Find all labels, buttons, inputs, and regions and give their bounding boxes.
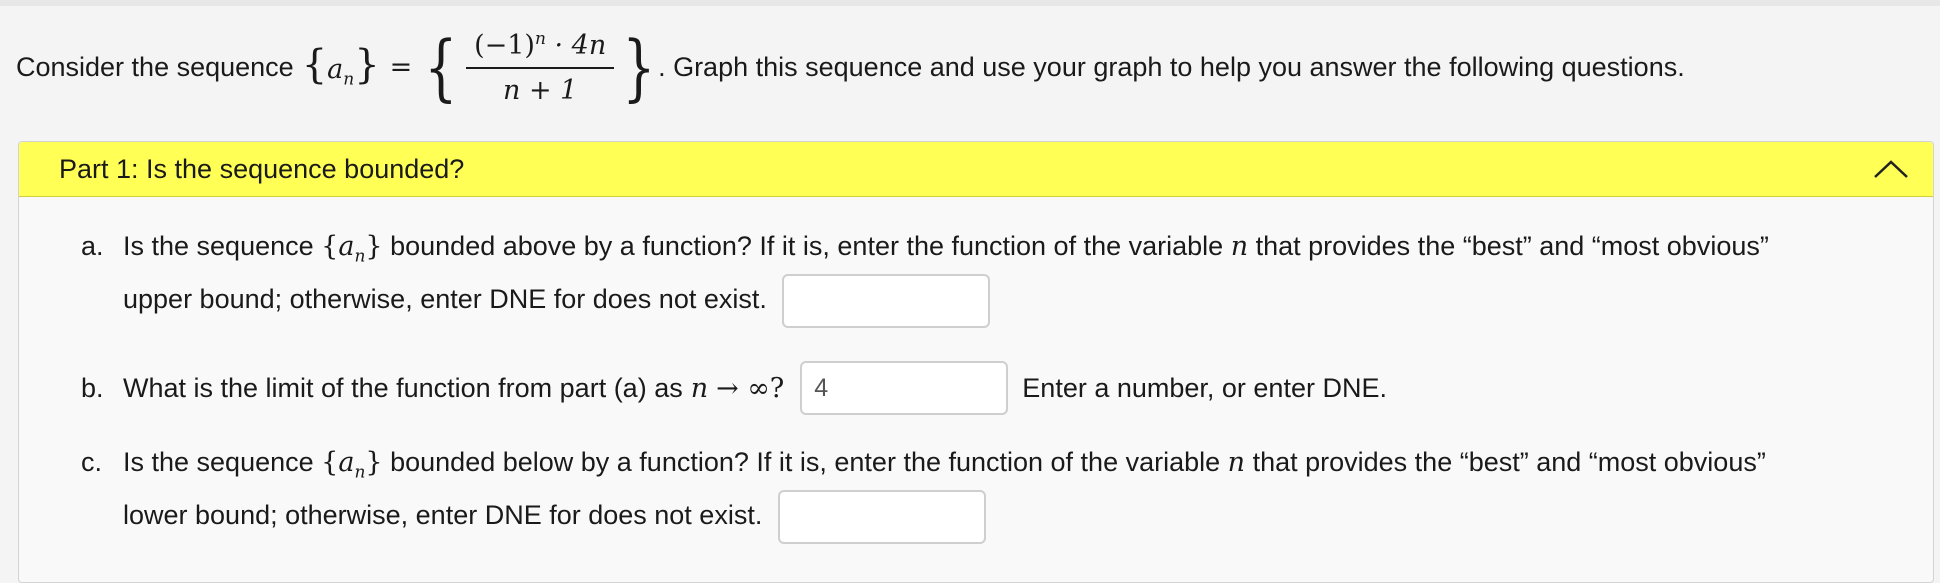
sequence-notation: {an} xyxy=(321,231,383,267)
question-a: a. Is the sequence {an} bounded above by … xyxy=(81,224,1769,328)
intro-prefix: Consider the sequence xyxy=(16,51,294,82)
intro-suffix: . Graph this sequence and use your graph… xyxy=(658,51,1685,82)
right-brace: } xyxy=(622,25,656,109)
question-c: c. Is the sequence {an} bounded below by … xyxy=(81,440,1766,544)
answer-hint: Enter a number, or enter DNE. xyxy=(1022,372,1387,403)
problem-statement: Consider the sequence {an} = { (−1)n · 4… xyxy=(16,22,1916,112)
answer-input-c[interactable] xyxy=(777,490,986,544)
top-divider xyxy=(0,0,1940,6)
question-b: b. What is the limit of the function fro… xyxy=(81,358,1387,418)
answer-input-b[interactable] xyxy=(800,361,1009,415)
sequence-notation: {an} xyxy=(321,447,383,483)
equals-sign: = xyxy=(389,51,413,83)
part1-panel: Part 1: Is the sequence bounded? a. Is th… xyxy=(18,141,1934,583)
left-brace: { xyxy=(424,25,458,109)
sequence-formula: (−1)n · 4n n + 1 xyxy=(466,29,615,106)
sequence-notation: {an} xyxy=(301,41,380,90)
chevron-up-icon[interactable] xyxy=(1871,157,1911,181)
part1-title: Part 1: Is the sequence bounded? xyxy=(59,153,465,184)
part1-header[interactable]: Part 1: Is the sequence bounded? xyxy=(19,142,1933,197)
answer-input-a[interactable] xyxy=(782,274,991,328)
